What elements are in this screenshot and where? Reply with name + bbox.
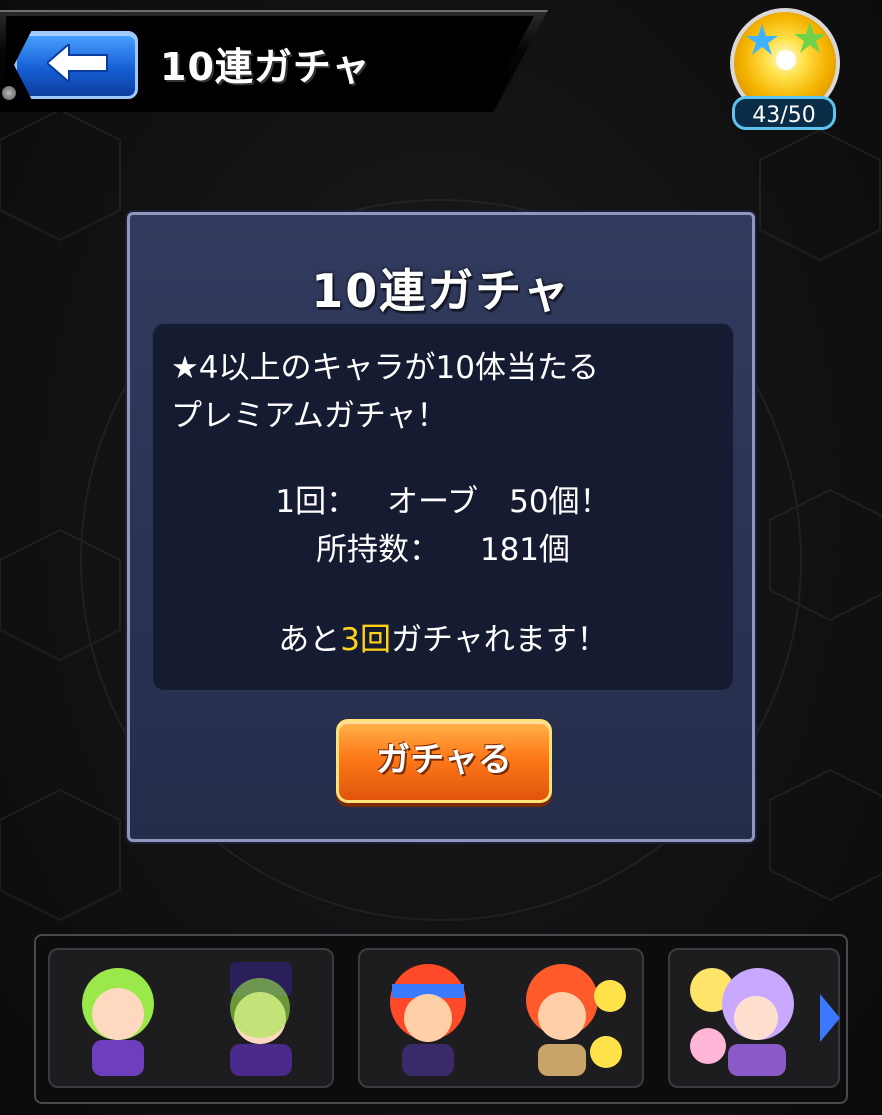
owned-line: 所持数： 181個 [153, 524, 733, 569]
arrow-left-icon [47, 44, 108, 82]
remain-suffix: ガチャれます！ [391, 622, 608, 658]
gacha-button[interactable]: ガチャる [336, 719, 552, 803]
dialog-title: 10連ガチャ [311, 264, 571, 318]
orb-counter[interactable]: 43/50 [726, 8, 844, 136]
cost-value: オーブ 50個！ [387, 484, 611, 520]
character-card-1[interactable] [48, 948, 334, 1088]
owned-value: 181個 [479, 532, 571, 568]
character-carousel [34, 934, 848, 1104]
back-button[interactable] [14, 31, 138, 99]
remaining-line: あと3回ガチャれます！ [153, 614, 733, 659]
character-portrait [526, 964, 626, 1076]
character-card-3[interactable] [668, 948, 840, 1088]
screw-icon [2, 86, 16, 100]
character-card-2[interactable] [358, 948, 644, 1088]
gacha-description: ★4以上のキャラが10体当たる プレミアムガチャ！ [171, 344, 599, 440]
character-portrait [82, 968, 154, 1076]
page-title: 10連ガチャ [160, 45, 371, 89]
cost-line: 1回： オーブ 50個！ [153, 476, 733, 521]
remain-count: 3回 [340, 622, 392, 658]
cost-label: 1回： [275, 484, 358, 520]
character-portrait [690, 968, 794, 1076]
chevron-right-icon[interactable] [820, 994, 840, 1042]
gacha-dialog: 10連ガチャ ★4以上のキャラが10体当たる プレミアムガチャ！ 1回： オーブ… [127, 212, 755, 842]
description-line-2: プレミアムガチャ！ [171, 398, 448, 434]
orb-count: 43/50 [732, 96, 836, 130]
character-portrait [390, 964, 466, 1076]
description-line-1: ★4以上のキャラが10体当たる [171, 350, 599, 386]
remain-prefix: あと [278, 622, 341, 658]
character-portrait [230, 962, 292, 1076]
info-panel: ★4以上のキャラが10体当たる プレミアムガチャ！ 1回： オーブ 50個！ 所… [152, 323, 734, 691]
owned-label: 所持数： [315, 532, 440, 568]
